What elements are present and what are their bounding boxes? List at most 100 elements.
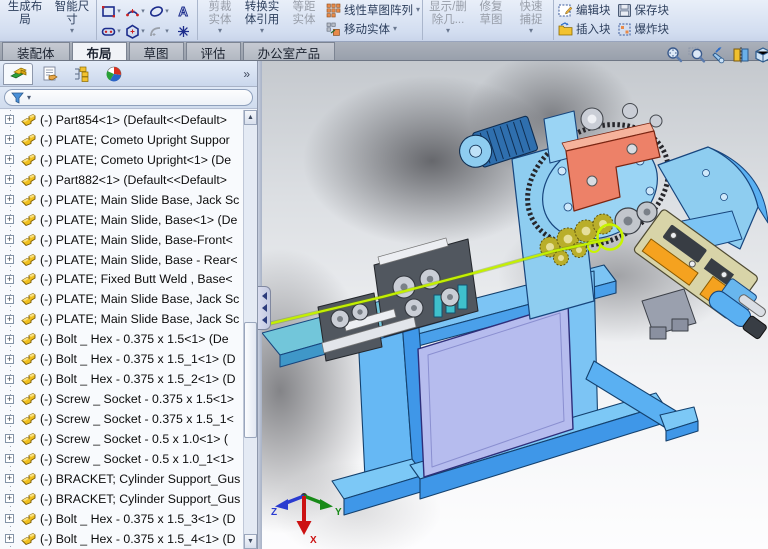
previous-view-icon[interactable] bbox=[710, 46, 728, 64]
scroll-down-button[interactable]: ▼ bbox=[244, 534, 257, 549]
tree-item[interactable]: + (-) PLATE; Cometo Upright Suppor bbox=[0, 130, 257, 150]
expand-icon[interactable]: + bbox=[5, 474, 14, 484]
expand-icon[interactable]: + bbox=[5, 494, 14, 504]
insert-block-icon bbox=[558, 21, 573, 35]
y-axis-arrow bbox=[320, 499, 333, 510]
offset-entities-button[interactable]: 等距实体 bbox=[284, 0, 324, 28]
feature-tree: + (-) Part854<1> (Default<<Default> + (-… bbox=[0, 110, 257, 549]
tree-item[interactable]: + (-) PLATE; Main Slide, Base-Front< bbox=[0, 230, 257, 250]
ellipse-tool-button[interactable]: ▾ bbox=[149, 4, 169, 19]
expand-icon[interactable]: + bbox=[5, 155, 14, 165]
convert-entities-button[interactable]: 转换实体引用 ▾ bbox=[240, 0, 284, 36]
tree-item-label: (-) Screw _ Socket - 0.375 x 1.5<1> bbox=[40, 392, 235, 407]
command-tab-label: 布局 bbox=[86, 46, 112, 61]
tab-featuremanager[interactable] bbox=[3, 62, 33, 85]
expand-icon[interactable]: + bbox=[5, 334, 14, 344]
tree-item[interactable]: + (-) PLATE; Main Slide Base, Jack Sc bbox=[0, 190, 257, 210]
expand-icon[interactable]: + bbox=[5, 374, 14, 384]
rectangle-tool-button[interactable]: ▾ bbox=[101, 4, 121, 19]
tree-item[interactable]: + (-) Screw _ Socket - 0.375 x 1.5<1> bbox=[0, 389, 257, 409]
tree-item[interactable]: + (-) PLATE; Main Slide, Base - Rear< bbox=[0, 250, 257, 270]
expand-icon[interactable]: + bbox=[5, 175, 14, 185]
trim-entities-button[interactable]: 剪裁实体 ▾ bbox=[200, 0, 240, 36]
create-layout-button[interactable]: 生成布局 bbox=[0, 0, 50, 28]
expand-icon[interactable]: + bbox=[5, 135, 14, 145]
tree-item[interactable]: + (-) PLATE; Cometo Upright<1> (De bbox=[0, 150, 257, 170]
tree-item[interactable]: + (-) BRACKET; Cylinder Support_Gus bbox=[0, 469, 257, 489]
command-tab[interactable]: 办公室产品 bbox=[242, 42, 336, 61]
expand-icon[interactable]: + bbox=[5, 274, 14, 284]
save-block-button[interactable]: 保存块 bbox=[617, 2, 669, 18]
graphics-viewport[interactable]: Z Y X bbox=[262, 61, 768, 549]
expand-icon[interactable]: + bbox=[5, 354, 14, 364]
tab-configurationmanager[interactable] bbox=[67, 63, 97, 85]
command-tab[interactable]: 草图 bbox=[128, 42, 184, 61]
tree-item[interactable]: + (-) BRACKET; Cylinder Support_Gus bbox=[0, 489, 257, 509]
display-delete-relations-button[interactable]: 显示/删除几... ▾ bbox=[425, 0, 471, 36]
move-entities-icon bbox=[326, 22, 340, 36]
scroll-up-button[interactable]: ▲ bbox=[244, 110, 257, 125]
edit-block-button[interactable]: 编辑块 bbox=[558, 2, 611, 18]
command-tab[interactable]: 装配体 bbox=[2, 42, 70, 61]
expand-icon[interactable]: + bbox=[5, 294, 14, 304]
quick-snaps-button[interactable]: 快速捕捉 ▾ bbox=[511, 0, 551, 36]
tree-item[interactable]: + (-) PLATE; Main Slide Base, Jack Sc bbox=[0, 289, 257, 309]
repair-sketch-button[interactable]: 修复草图 bbox=[471, 0, 511, 28]
tree-item[interactable]: + (-) Part854<1> (Default<<Default> bbox=[0, 110, 257, 130]
explode-block-button[interactable]: 爆炸块 bbox=[617, 21, 669, 37]
zoom-to-area-icon[interactable] bbox=[688, 46, 706, 64]
view-settings-icon[interactable] bbox=[754, 46, 768, 64]
dropdown-arrow-icon: ▾ bbox=[117, 8, 121, 15]
move-entities-button[interactable]: 移动实体 ▾ bbox=[326, 21, 420, 37]
insert-block-button[interactable]: 插入块 bbox=[558, 21, 611, 37]
expand-icon[interactable]: + bbox=[5, 115, 14, 125]
zoom-to-fit-icon[interactable] bbox=[666, 46, 684, 64]
part-icon bbox=[21, 492, 36, 505]
tab-displaymanager[interactable] bbox=[99, 63, 129, 85]
panel-overflow-chevron[interactable]: » bbox=[243, 67, 254, 81]
tree-item[interactable]: + (-) PLATE; Main Slide Base, Jack Sc bbox=[0, 309, 257, 329]
tree-item[interactable]: + (-) Screw _ Socket - 0.5 x 1.0_1<1> bbox=[0, 449, 257, 469]
panel-collapse-handle[interactable] bbox=[258, 286, 271, 330]
text-tool-button[interactable]: A bbox=[176, 4, 191, 19]
point-tool-button[interactable] bbox=[176, 24, 191, 39]
expand-icon[interactable]: + bbox=[5, 235, 14, 245]
expand-icon[interactable]: + bbox=[5, 314, 14, 324]
section-view-icon[interactable] bbox=[732, 46, 750, 64]
arc-tool-button[interactable]: ▾ bbox=[125, 4, 145, 19]
expand-icon[interactable]: + bbox=[5, 215, 14, 225]
expand-icon[interactable]: + bbox=[5, 534, 14, 544]
tree-filter-input[interactable]: ▾ bbox=[4, 89, 253, 106]
expand-icon[interactable]: + bbox=[5, 394, 14, 404]
command-tab[interactable]: 布局 bbox=[71, 42, 127, 61]
tree-item-label: (-) Bolt _ Hex - 0.375 x 1.5_4<1> (D bbox=[40, 531, 236, 546]
linear-sketch-pattern-button[interactable]: 线性草图阵列 ▾ bbox=[326, 2, 420, 18]
tree-item[interactable]: + (-) PLATE; Fixed Butt Weld , Base< bbox=[0, 270, 257, 290]
tree-item[interactable]: + (-) Screw _ Socket - 0.375 x 1.5_1< bbox=[0, 409, 257, 429]
smart-dimension-button[interactable]: 智能尺寸 ▾ bbox=[50, 0, 94, 36]
expand-icon[interactable]: + bbox=[5, 195, 14, 205]
tree-item[interactable]: + (-) Bolt _ Hex - 0.375 x 1.5_2<1> (D bbox=[0, 369, 257, 389]
fillet-tool-button[interactable]: ▾ bbox=[149, 24, 169, 39]
expand-icon[interactable]: + bbox=[5, 414, 14, 424]
tree-item[interactable]: + (-) Screw _ Socket - 0.5 x 1.0<1> ( bbox=[0, 429, 257, 449]
expand-icon[interactable]: + bbox=[5, 434, 14, 444]
slot-tool-button[interactable]: ▾ bbox=[101, 24, 121, 39]
expand-icon[interactable]: + bbox=[5, 454, 14, 464]
tree-item[interactable]: + (-) Bolt _ Hex - 0.375 x 1.5_4<1> (D bbox=[0, 529, 257, 549]
dropdown-arrow-icon: ▾ bbox=[141, 8, 145, 15]
scroll-thumb[interactable] bbox=[244, 322, 257, 438]
command-tab[interactable]: 评估 bbox=[185, 42, 241, 61]
tree-item[interactable]: + (-) PLATE; Main Slide, Base<1> (De bbox=[0, 210, 257, 230]
part-icon bbox=[21, 313, 36, 326]
tree-item[interactable]: + (-) Bolt _ Hex - 0.375 x 1.5<1> (De bbox=[0, 329, 257, 349]
configurationmanager-icon bbox=[75, 66, 89, 82]
expand-icon[interactable]: + bbox=[5, 255, 14, 265]
part-icon bbox=[21, 113, 36, 126]
tab-propertymanager[interactable] bbox=[35, 63, 65, 85]
tree-item[interactable]: + (-) Bolt _ Hex - 0.375 x 1.5_3<1> (D bbox=[0, 509, 257, 529]
expand-icon[interactable]: + bbox=[5, 514, 14, 524]
tree-item[interactable]: + (-) Bolt _ Hex - 0.375 x 1.5_1<1> (D bbox=[0, 349, 257, 369]
polygon-tool-button[interactable]: ▾ bbox=[125, 24, 145, 39]
tree-item[interactable]: + (-) Part882<1> (Default<<Default> bbox=[0, 170, 257, 190]
